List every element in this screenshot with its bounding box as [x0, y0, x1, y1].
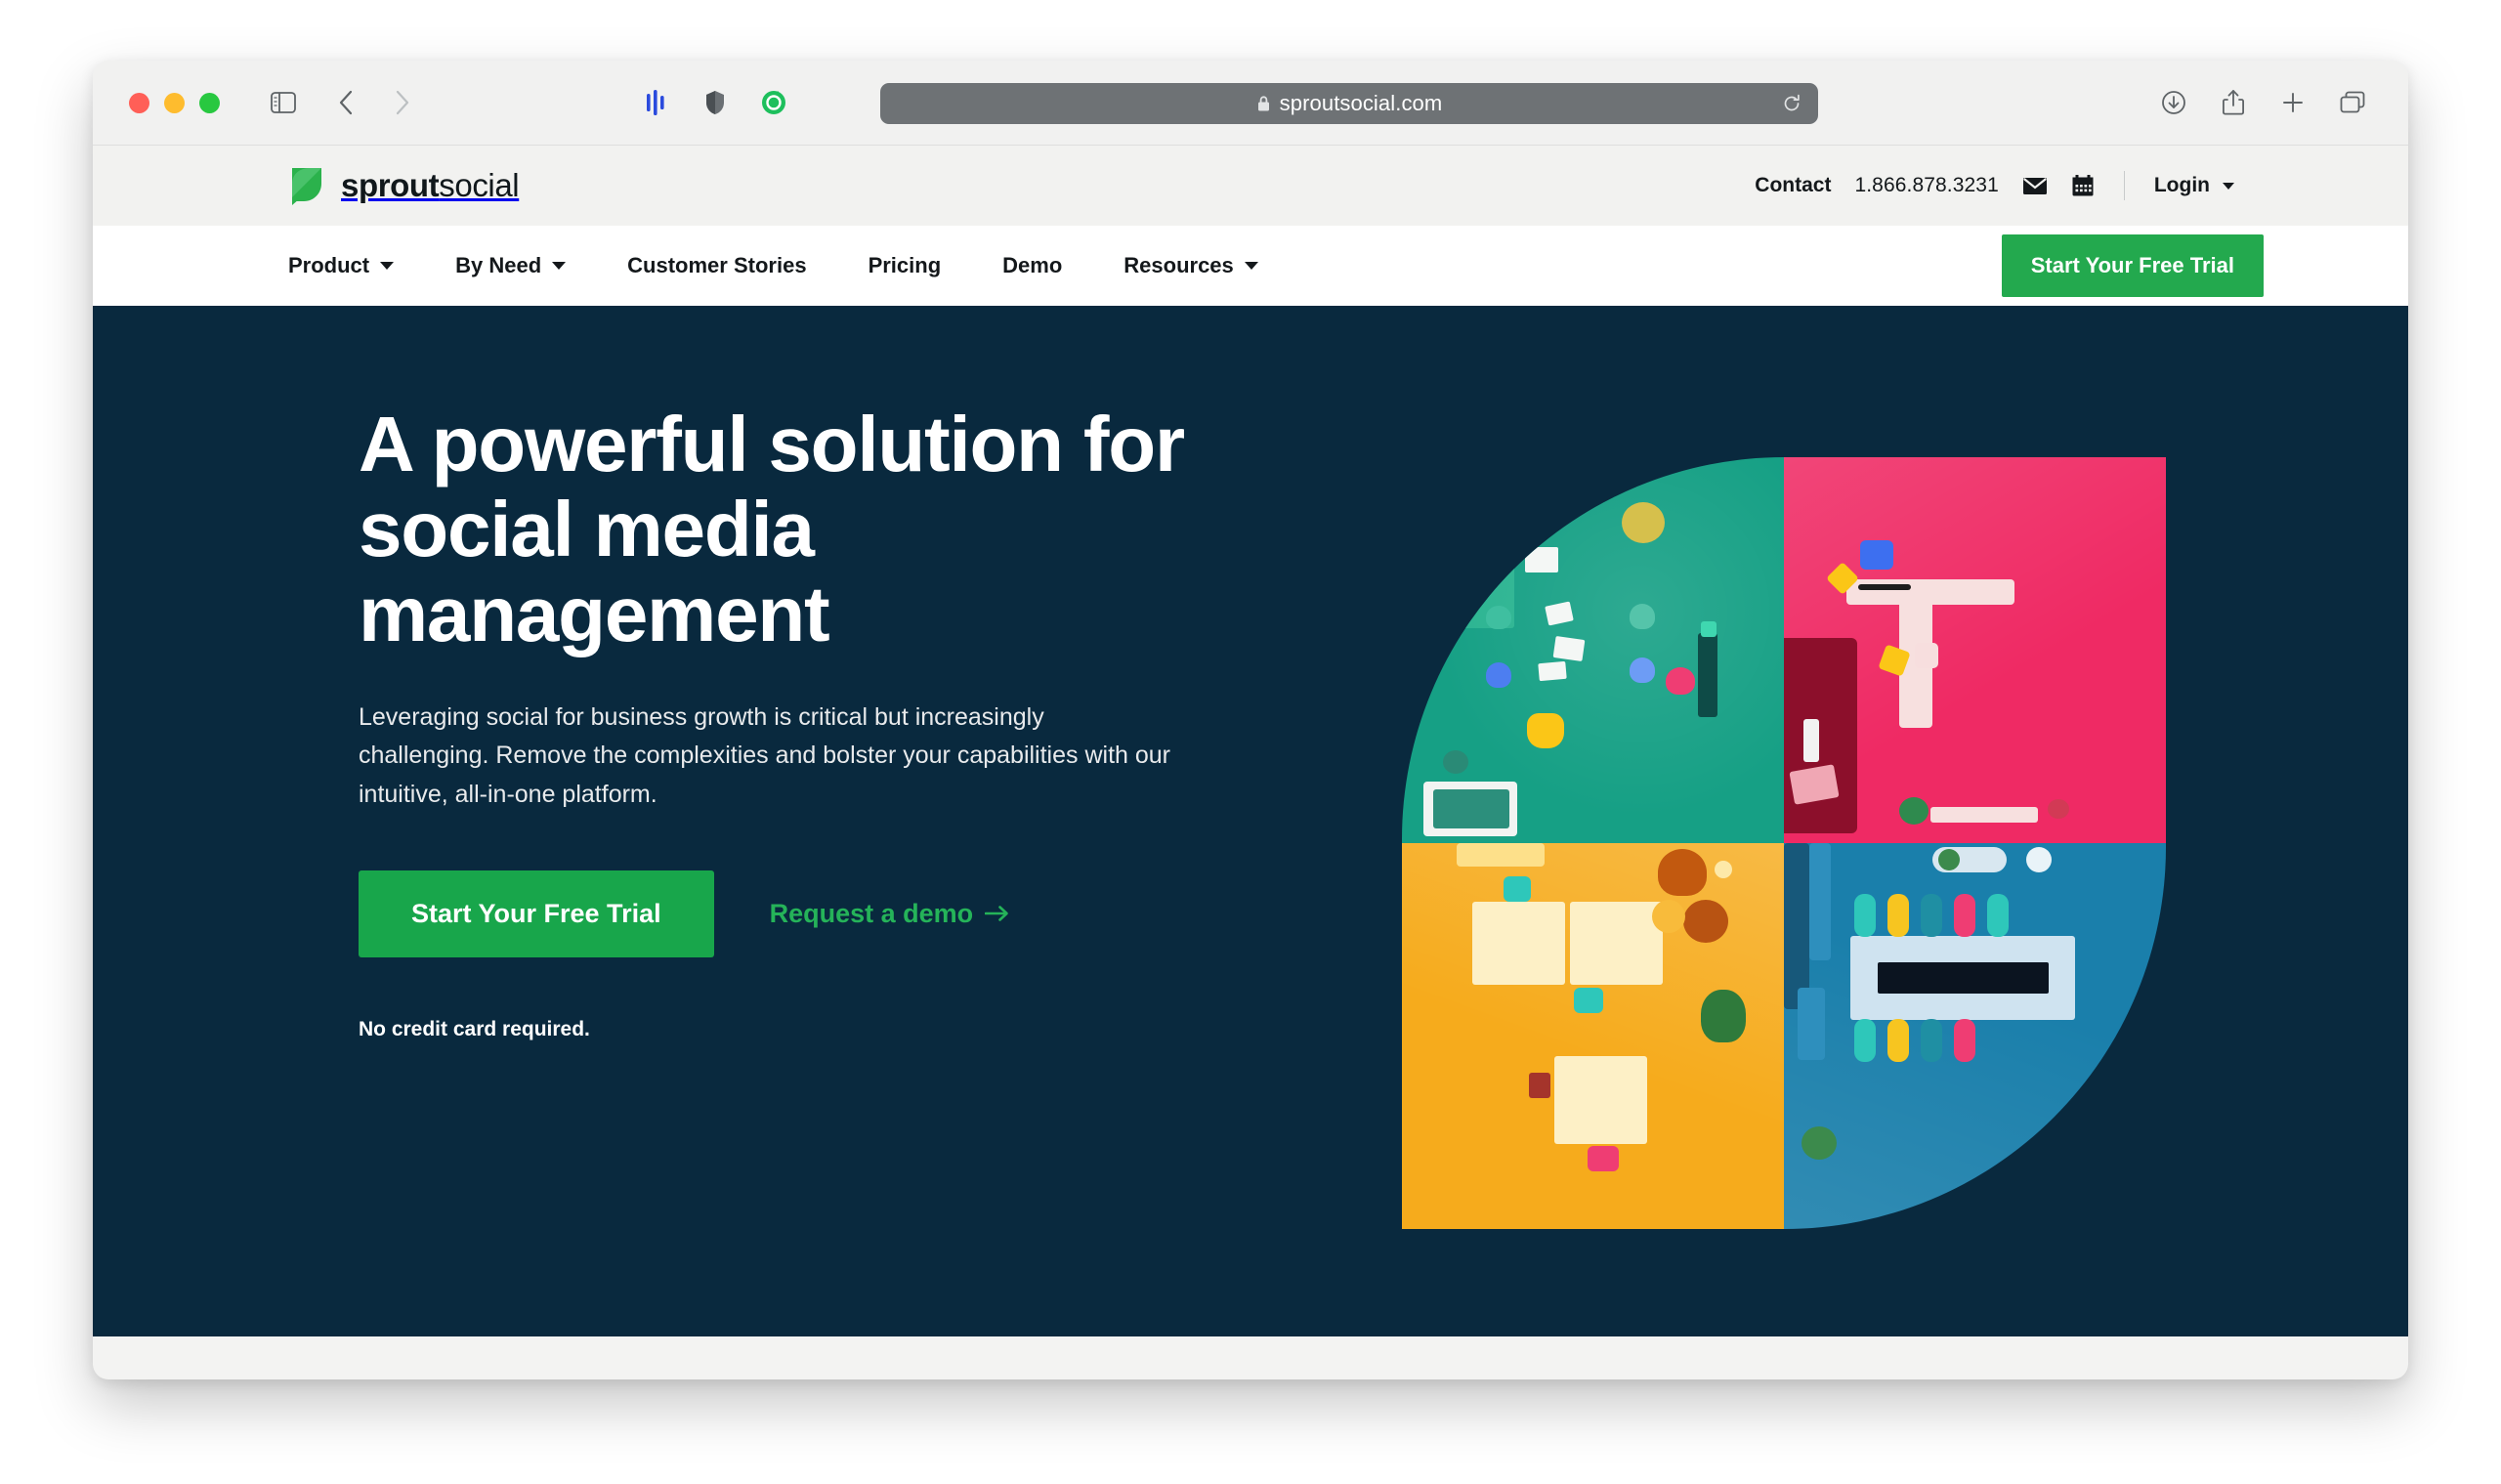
hero-cta-group: Start Your Free Trial Request a demo: [359, 870, 1238, 958]
illustration-quadrant-top-right: [1784, 457, 2166, 843]
request-demo-link[interactable]: Request a demo: [770, 899, 1011, 929]
recorder-icon[interactable]: [755, 84, 792, 121]
leaf-icon: [288, 162, 327, 210]
login-label: Login: [2153, 174, 2210, 196]
illustration-quadrant-bottom-left: [1402, 843, 1784, 1229]
toolbar-right-icons: [2155, 84, 2371, 121]
chevron-down-icon: [1244, 262, 1258, 270]
login-menu[interactable]: Login: [2154, 174, 2234, 197]
hero-section: A powerful solution for social media man…: [93, 306, 2408, 1336]
forward-chevron-icon[interactable]: [384, 84, 421, 121]
header-divider: [2123, 171, 2125, 200]
nav-item-customer-stories[interactable]: Customer Stories: [627, 253, 806, 278]
site-header: sproutsocial Contact 1.866.878.3231 Logi…: [93, 146, 2408, 226]
logo-wordmark: sproutsocial: [341, 167, 520, 204]
hero-illustration: 12:42 pm f Sprout Coffee...: [1402, 457, 2166, 1229]
nav-label: By Need: [455, 253, 542, 277]
sidebar-icon[interactable]: [265, 84, 302, 121]
illustration-quadrant-top-left: [1402, 457, 1784, 843]
browser-toolbar: sproutsocial.com: [93, 61, 2408, 146]
chevron-down-icon: [2223, 182, 2234, 190]
lock-icon: [1256, 95, 1271, 112]
browser-window: sproutsocial.com sproutsocial Contact 1.…: [93, 61, 2408, 1379]
request-demo-label: Request a demo: [769, 899, 974, 929]
nav-item-pricing[interactable]: Pricing: [869, 253, 942, 278]
page-title: A powerful solution for social media man…: [359, 401, 1185, 658]
nav-label: Customer Stories: [627, 253, 807, 277]
header-utility-bar: Contact 1.866.878.3231 Login: [1755, 171, 2361, 200]
chevron-down-icon: [380, 262, 395, 270]
shield-privacy-icon[interactable]: [697, 84, 734, 121]
maximize-button[interactable]: [199, 92, 220, 113]
nav-item-by-need[interactable]: By Need: [455, 253, 567, 278]
minimize-button[interactable]: [164, 92, 185, 113]
sproutsocial-logo[interactable]: sproutsocial: [288, 162, 520, 210]
envelope-icon[interactable]: [2022, 176, 2048, 195]
hero-description: Leveraging social for business growth is…: [359, 702, 1170, 808]
url-text: sproutsocial.com: [1279, 91, 1443, 115]
close-button[interactable]: [129, 92, 149, 113]
nav-item-demo[interactable]: Demo: [1002, 253, 1062, 278]
nav-item-resources[interactable]: Resources: [1123, 253, 1258, 278]
nav-item-product[interactable]: Product: [288, 253, 395, 278]
address-bar[interactable]: sproutsocial.com: [880, 83, 1818, 124]
window-controls: [129, 92, 220, 113]
hero-start-free-trial-button[interactable]: Start Your Free Trial: [359, 870, 714, 958]
nav-label: Resources: [1123, 253, 1234, 277]
new-tab-icon[interactable]: [2274, 84, 2311, 121]
contact-label[interactable]: Contact: [1755, 174, 1831, 197]
grammarly-icon[interactable]: [638, 84, 675, 121]
nav-label: Product: [288, 253, 370, 277]
illustration-quadrant-bottom-right: [1784, 843, 2166, 1229]
calendar-icon[interactable]: [2071, 174, 2095, 197]
nav-label: Pricing: [868, 253, 942, 277]
reload-icon[interactable]: [1782, 94, 1802, 113]
main-navigation: Product By Need Customer Stories Pricing…: [93, 226, 2408, 306]
downloads-icon[interactable]: [2155, 84, 2192, 121]
logo-light: social: [439, 167, 520, 203]
back-chevron-icon[interactable]: [327, 84, 364, 121]
no-credit-card-note: No credit card required.: [359, 1018, 590, 1041]
logo-bold: sprout: [341, 167, 440, 203]
phone-number[interactable]: 1.866.878.3231: [1854, 174, 1998, 197]
tab-overview-icon[interactable]: [2334, 84, 2371, 121]
browser-extensions: [638, 84, 792, 121]
nav-items: Product By Need Customer Stories Pricing…: [288, 253, 1320, 278]
nav-start-free-trial-button[interactable]: Start Your Free Trial: [2001, 234, 2264, 297]
chevron-down-icon: [552, 262, 567, 270]
arrow-right-icon: [984, 899, 1010, 929]
nav-label: Demo: [1002, 253, 1063, 277]
share-icon[interactable]: [2215, 84, 2252, 121]
office-desk: [1402, 457, 1514, 628]
navigation-arrows: [327, 84, 421, 121]
hero-content: A powerful solution for social media man…: [359, 402, 1238, 1041]
table-screen: [1878, 962, 2049, 994]
